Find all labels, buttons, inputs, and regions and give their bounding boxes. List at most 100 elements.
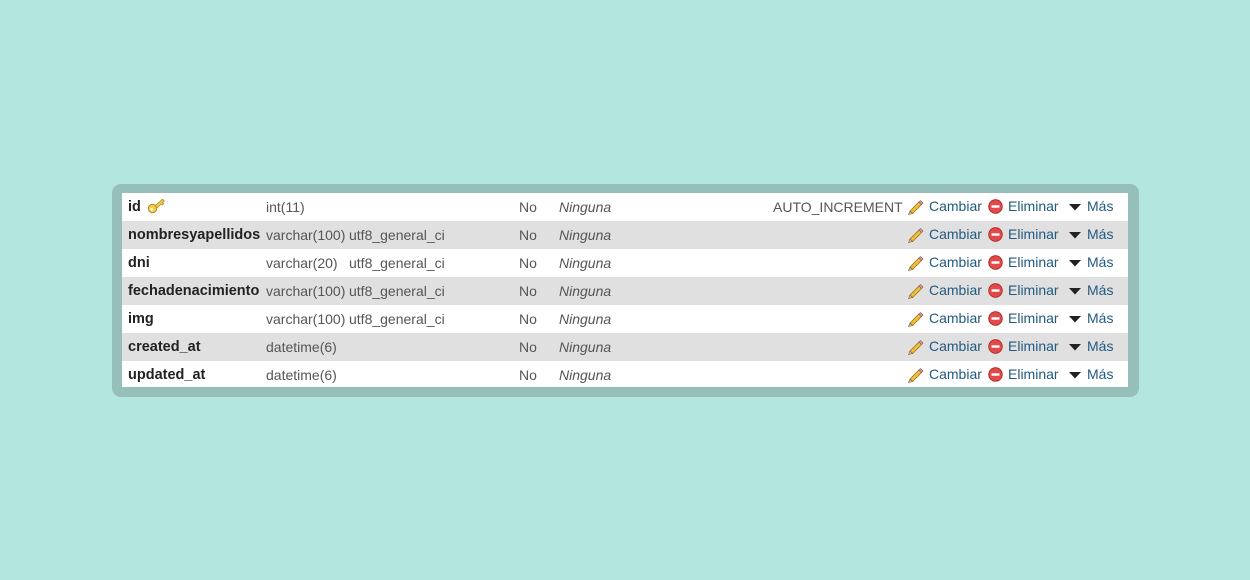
column-type: varchar(100)	[266, 227, 346, 243]
column-name[interactable]: fechadenacimiento	[128, 277, 259, 305]
delete-link[interactable]: Eliminar	[988, 305, 1059, 333]
delete-icon	[988, 367, 1003, 382]
table-row: img varchar(100) utf8_general_ci No Ning…	[122, 305, 1128, 333]
change-label[interactable]: Cambiar	[929, 310, 982, 326]
change-label[interactable]: Cambiar	[929, 254, 982, 270]
column-name[interactable]: id	[128, 193, 166, 221]
column-name-text[interactable]: img	[128, 311, 154, 327]
more-label[interactable]: Más	[1087, 366, 1113, 382]
change-label[interactable]: Cambiar	[929, 366, 982, 382]
delete-link[interactable]: Eliminar	[988, 361, 1059, 389]
primary-key-icon	[147, 198, 165, 213]
column-type: varchar(100)	[266, 311, 346, 327]
change-label[interactable]: Cambiar	[929, 226, 982, 242]
delete-label[interactable]: Eliminar	[1008, 198, 1059, 214]
change-label[interactable]: Cambiar	[929, 198, 982, 214]
column-extra: AUTO_INCREMENT	[773, 199, 903, 215]
column-null: No	[519, 199, 537, 215]
column-name-text[interactable]: created_at	[128, 339, 201, 355]
column-name-text[interactable]: nombresyapellidos	[128, 227, 260, 243]
column-name-text[interactable]: fechadenacimiento	[128, 283, 259, 299]
column-name[interactable]: nombresyapellidos	[128, 221, 260, 249]
pencil-icon	[907, 367, 924, 383]
delete-link[interactable]: Eliminar	[988, 249, 1059, 277]
triangle-down-icon	[1069, 287, 1081, 295]
column-default: Ninguna	[559, 311, 612, 327]
more-dropdown[interactable]: Más	[1068, 361, 1113, 389]
column-name[interactable]: img	[128, 305, 154, 333]
column-default: Ninguna	[559, 199, 612, 215]
more-label[interactable]: Más	[1087, 310, 1113, 326]
delete-link[interactable]: Eliminar	[988, 221, 1059, 249]
change-label[interactable]: Cambiar	[929, 338, 982, 354]
column-collation: utf8_general_ci	[349, 255, 445, 271]
column-name[interactable]: updated_at	[128, 361, 205, 389]
column-name-text[interactable]: dni	[128, 255, 150, 271]
delete-link[interactable]: Eliminar	[988, 193, 1059, 221]
column-name-text[interactable]: id	[128, 199, 141, 215]
table-structure-panel: id int(11) No Ninguna AUTO_INCREMENT Cam…	[112, 184, 1139, 397]
table-row: dni varchar(20) utf8_general_ci No Ningu…	[122, 249, 1128, 277]
triangle-down-icon	[1069, 315, 1081, 323]
pencil-icon	[907, 311, 924, 327]
column-null: No	[519, 339, 537, 355]
delete-label[interactable]: Eliminar	[1008, 282, 1059, 298]
column-default: Ninguna	[559, 283, 612, 299]
column-default: Ninguna	[559, 227, 612, 243]
column-type: int(11)	[266, 199, 305, 215]
delete-label[interactable]: Eliminar	[1008, 254, 1059, 270]
change-link[interactable]: Cambiar	[907, 361, 982, 389]
delete-label[interactable]: Eliminar	[1008, 338, 1059, 354]
change-link[interactable]: Cambiar	[907, 305, 982, 333]
change-link[interactable]: Cambiar	[907, 193, 982, 221]
delete-link[interactable]: Eliminar	[988, 277, 1059, 305]
column-type: varchar(20)	[266, 255, 338, 271]
pencil-icon	[907, 339, 924, 355]
column-name[interactable]: dni	[128, 249, 150, 277]
change-link[interactable]: Cambiar	[907, 333, 982, 361]
column-null: No	[519, 311, 537, 327]
column-collation: utf8_general_ci	[349, 227, 445, 243]
delete-label[interactable]: Eliminar	[1008, 366, 1059, 382]
more-dropdown[interactable]: Más	[1068, 277, 1113, 305]
delete-link[interactable]: Eliminar	[988, 333, 1059, 361]
triangle-down-icon	[1069, 231, 1081, 239]
column-collation: utf8_general_ci	[349, 283, 445, 299]
delete-label[interactable]: Eliminar	[1008, 310, 1059, 326]
column-null: No	[519, 227, 537, 243]
triangle-down-icon	[1069, 259, 1081, 267]
more-label[interactable]: Más	[1087, 282, 1113, 298]
delete-icon	[988, 255, 1003, 270]
column-default: Ninguna	[559, 367, 612, 383]
column-default: Ninguna	[559, 339, 612, 355]
triangle-down-icon	[1069, 371, 1081, 379]
column-name-text[interactable]: updated_at	[128, 367, 205, 383]
delete-icon	[988, 199, 1003, 214]
more-dropdown[interactable]: Más	[1068, 333, 1113, 361]
delete-label[interactable]: Eliminar	[1008, 226, 1059, 242]
change-label[interactable]: Cambiar	[929, 282, 982, 298]
table-row: id int(11) No Ninguna AUTO_INCREMENT Cam…	[122, 193, 1128, 221]
delete-icon	[988, 339, 1003, 354]
more-label[interactable]: Más	[1087, 338, 1113, 354]
table-row: updated_at datetime(6) No Ninguna Cambia…	[122, 361, 1128, 389]
more-label[interactable]: Más	[1087, 198, 1113, 214]
more-dropdown[interactable]: Más	[1068, 305, 1113, 333]
column-collation: utf8_general_ci	[349, 311, 445, 327]
more-label[interactable]: Más	[1087, 226, 1113, 242]
column-type: datetime(6)	[266, 339, 337, 355]
change-link[interactable]: Cambiar	[907, 221, 982, 249]
pencil-icon	[907, 199, 924, 215]
table-row: nombresyapellidos varchar(100) utf8_gene…	[122, 221, 1128, 249]
column-null: No	[519, 367, 537, 383]
delete-icon	[988, 311, 1003, 326]
delete-icon	[988, 227, 1003, 242]
more-dropdown[interactable]: Más	[1068, 221, 1113, 249]
change-link[interactable]: Cambiar	[907, 277, 982, 305]
more-dropdown[interactable]: Más	[1068, 193, 1113, 221]
more-label[interactable]: Más	[1087, 254, 1113, 270]
more-dropdown[interactable]: Más	[1068, 249, 1113, 277]
column-name[interactable]: created_at	[128, 333, 201, 361]
change-link[interactable]: Cambiar	[907, 249, 982, 277]
column-null: No	[519, 283, 537, 299]
